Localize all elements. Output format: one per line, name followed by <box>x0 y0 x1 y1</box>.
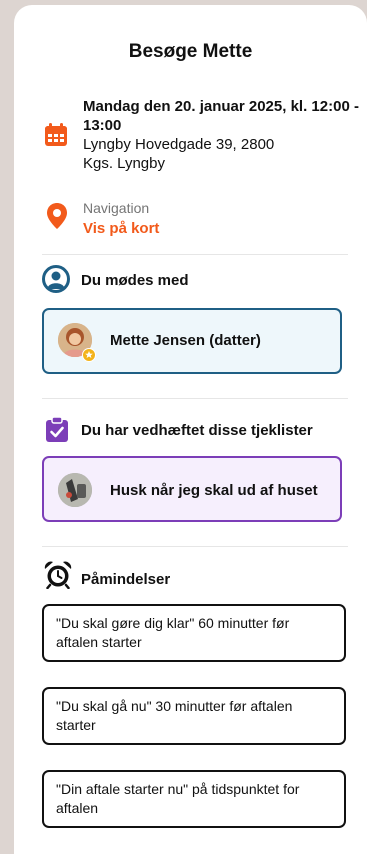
reminder-text: "Du skal gøre dig klar" 60 minutter før … <box>56 615 290 650</box>
clipboard-check-icon <box>45 416 69 448</box>
navigation-label: Navigation <box>83 200 150 216</box>
show-on-map-link[interactable]: Vis på kort <box>83 220 159 237</box>
checklist-thumbnail <box>58 473 92 507</box>
meet-heading: Du mødes med <box>81 272 189 289</box>
reminder-item[interactable]: "Du skal gøre dig klar" 60 minutter før … <box>42 604 346 662</box>
appointment-address-line2: Kgs. Lyngby <box>83 155 165 172</box>
calendar-icon <box>44 123 68 152</box>
appointment-datetime: Mandag den 20. januar 2025, kl. 12:00 - … <box>83 98 359 134</box>
checklist-name: Husk når jeg skal ud af huset <box>110 482 318 499</box>
appointment-card: Besøge Mette Mandag den 20. januar 2025,… <box>14 5 367 854</box>
star-badge-icon <box>82 348 96 367</box>
divider <box>42 546 348 547</box>
person-name: Mette Jensen (datter) <box>110 332 261 349</box>
divider <box>42 254 348 255</box>
person-card[interactable]: Mette Jensen (datter) <box>42 308 342 374</box>
user-circle-icon <box>42 265 70 298</box>
reminder-text: "Din aftale starter nu" på tidspunktet f… <box>56 781 300 816</box>
alarm-clock-icon <box>44 561 72 594</box>
appointment-details: Mandag den 20. januar 2025, kl. 12:00 - … <box>83 97 363 173</box>
reminder-item[interactable]: "Din aftale starter nu" på tidspunktet f… <box>42 770 346 828</box>
appointment-address-line1: Lyngby Hovedgade 39, 2800 <box>83 136 275 153</box>
location-pin-icon[interactable] <box>46 202 68 235</box>
checklist-card[interactable]: Husk når jeg skal ud af huset <box>42 456 342 522</box>
reminders-heading: Påmindelser <box>81 571 171 588</box>
checklists-heading: Du har vedhæftet disse tjeklister <box>81 422 313 439</box>
reminder-text: "Du skal gå nu" 30 minutter før aftalen … <box>56 698 293 733</box>
divider <box>42 398 348 399</box>
reminder-item[interactable]: "Du skal gå nu" 30 minutter før aftalen … <box>42 687 346 745</box>
page-title: Besøge Mette <box>128 41 253 62</box>
